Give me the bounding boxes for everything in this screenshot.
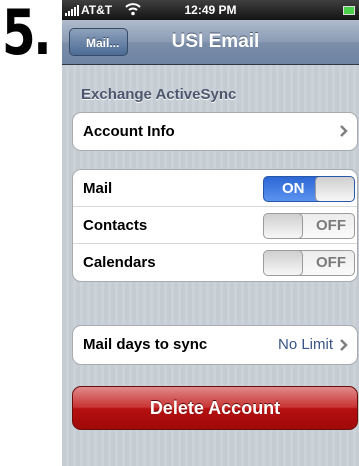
- account-info-row[interactable]: Account Info: [73, 113, 357, 150]
- back-button[interactable]: Mail...: [69, 28, 129, 56]
- toggle-knob: [315, 177, 354, 201]
- page-title: USI Email: [171, 31, 260, 52]
- calendars-toggle-text: OFF: [316, 254, 346, 271]
- mail-days-row[interactable]: Mail days to sync No Limit: [73, 326, 357, 364]
- calendars-toggle[interactable]: OFF: [263, 250, 355, 276]
- toggle-knob: [264, 251, 303, 275]
- calendars-row: Calendars OFF: [73, 244, 357, 281]
- status-time: 12:49 PM: [184, 3, 237, 17]
- calendars-label: Calendars: [83, 254, 156, 271]
- contacts-toggle-text: OFF: [316, 217, 346, 234]
- account-group: Account Info: [72, 112, 358, 151]
- step-number: 5.: [2, 0, 52, 69]
- status-bar: AT&T 12:49 PM: [62, 0, 359, 20]
- chevron-right-icon: [340, 125, 348, 137]
- chevron-right-icon: [340, 339, 348, 351]
- mail-label: Mail: [83, 180, 113, 197]
- contacts-row: Contacts OFF: [73, 207, 357, 244]
- contacts-toggle[interactable]: OFF: [263, 213, 355, 239]
- navigation-bar: Mail... USI Email: [62, 20, 359, 65]
- mail-toggle-text: ON: [282, 180, 305, 197]
- mail-toggle[interactable]: ON: [263, 176, 355, 202]
- contacts-label: Contacts: [83, 217, 148, 234]
- days-group: Mail days to sync No Limit: [72, 325, 358, 365]
- account-info-label: Account Info: [83, 123, 175, 140]
- battery-icon: [343, 6, 355, 15]
- mail-days-value: No Limit: [277, 336, 333, 353]
- mail-row: Mail ON: [73, 170, 357, 207]
- section-header: Exchange ActiveSync: [81, 86, 237, 103]
- phone-screen: AT&T 12:49 PM Mail... USI Email Exchange…: [62, 0, 359, 466]
- delete-account-button[interactable]: Delete Account: [72, 386, 358, 430]
- toggle-knob: [264, 214, 303, 238]
- sync-group: Mail ON Contacts OFF Calendars OFF: [72, 169, 358, 282]
- mail-days-label: Mail days to sync: [83, 336, 208, 353]
